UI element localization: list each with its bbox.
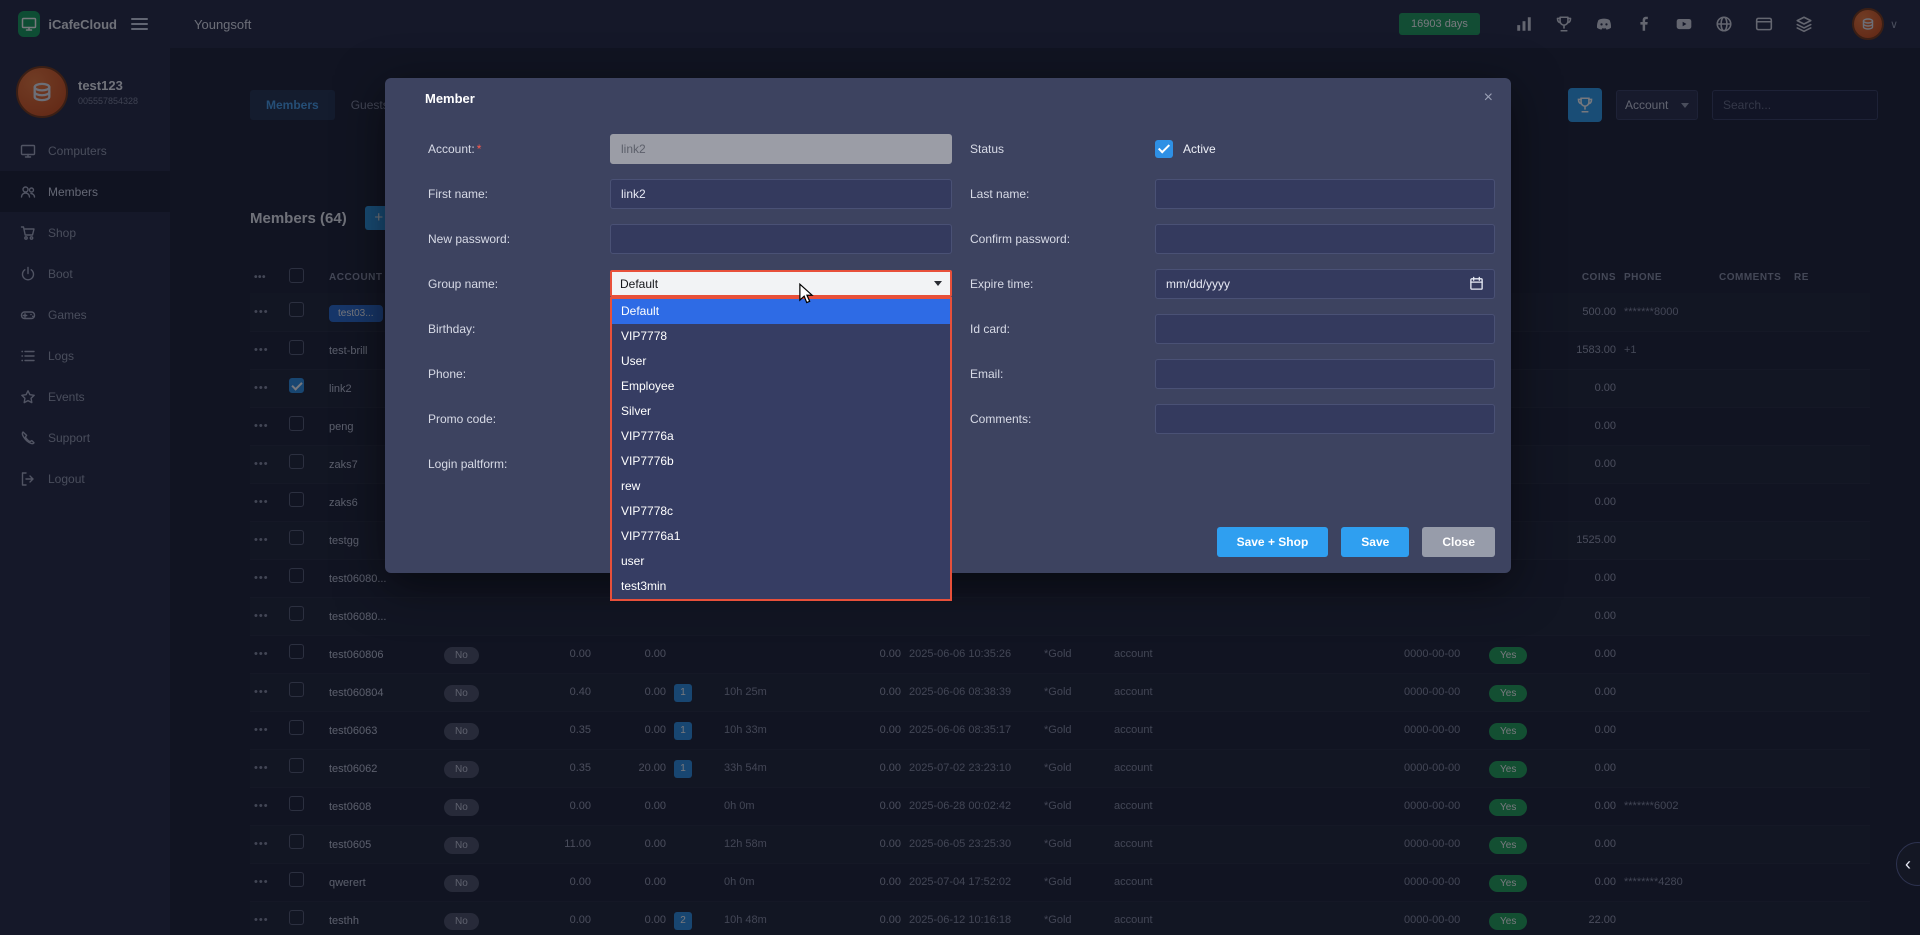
modal-header: Member × [385,78,1511,118]
modal-buttons: Save + Shop Save Close [1217,527,1495,557]
group-option[interactable]: VIP7776a1 [612,524,950,549]
group-option[interactable]: Silver [612,399,950,424]
birthday-label: Birthday: [428,322,610,336]
first-name-label: First name: [428,187,610,201]
group-option[interactable]: Employee [612,374,950,399]
last-name-label: Last name: [970,187,1155,201]
group-option[interactable]: user [612,549,950,574]
group-select[interactable]: Default [610,270,952,297]
modal-body: Account:* Status Active First name: Last… [428,126,1495,486]
save-shop-button[interactable]: Save + Shop [1217,527,1329,557]
email-label: Email: [970,367,1155,381]
first-name-field[interactable] [610,179,952,209]
group-options-list: Default VIP7778 User Employee Silver VIP… [610,297,952,601]
status-field: Active [1155,140,1495,158]
group-option[interactable]: VIP7778 [612,324,950,349]
comments-field[interactable] [1155,404,1495,434]
save-button[interactable]: Save [1341,527,1409,557]
email-field[interactable] [1155,359,1495,389]
group-select-wrap: Default Default VIP7778 User Employee Si… [610,270,952,297]
idcard-field[interactable] [1155,314,1495,344]
required-mark: * [477,142,482,156]
new-password-label: New password: [428,232,610,246]
expire-time-label: Expire time: [970,277,1155,291]
active-checkbox[interactable] [1155,140,1173,158]
phone-label: Phone: [428,367,610,381]
group-option[interactable]: test3min [612,574,950,599]
new-password-field[interactable] [610,224,952,254]
group-option[interactable]: VIP7778c [612,499,950,524]
group-name-label: Group name: [428,277,610,291]
group-select-value: Default [620,277,934,291]
group-option[interactable]: rew [612,474,950,499]
status-label: Status [970,142,1155,156]
last-name-field[interactable] [1155,179,1495,209]
close-icon[interactable]: × [1484,89,1493,107]
calendar-icon[interactable] [1469,276,1484,291]
group-option[interactable]: VIP7776b [612,449,950,474]
active-label: Active [1183,142,1216,156]
promo-code-label: Promo code: [428,412,610,426]
group-option[interactable]: Default [612,299,950,324]
chevron-left-icon: ‹ [1905,854,1911,875]
chevron-down-icon [934,281,942,286]
account-field [610,134,952,164]
group-option[interactable]: VIP7776a [612,424,950,449]
account-label: Account:* [428,142,610,156]
expire-time-placeholder: mm/dd/yyyy [1166,277,1469,291]
comments-label: Comments: [970,412,1155,426]
confirm-password-label: Confirm password: [970,232,1155,246]
close-button[interactable]: Close [1422,527,1495,557]
idcard-label: Id card: [970,322,1155,336]
modal-title: Member [425,91,475,106]
group-option[interactable]: User [612,349,950,374]
expire-time-field[interactable]: mm/dd/yyyy [1155,269,1495,299]
member-modal: Member × Account:* Status Active First n… [385,78,1511,573]
login-platform-label: Login paltform: [428,457,610,471]
confirm-password-field[interactable] [1155,224,1495,254]
